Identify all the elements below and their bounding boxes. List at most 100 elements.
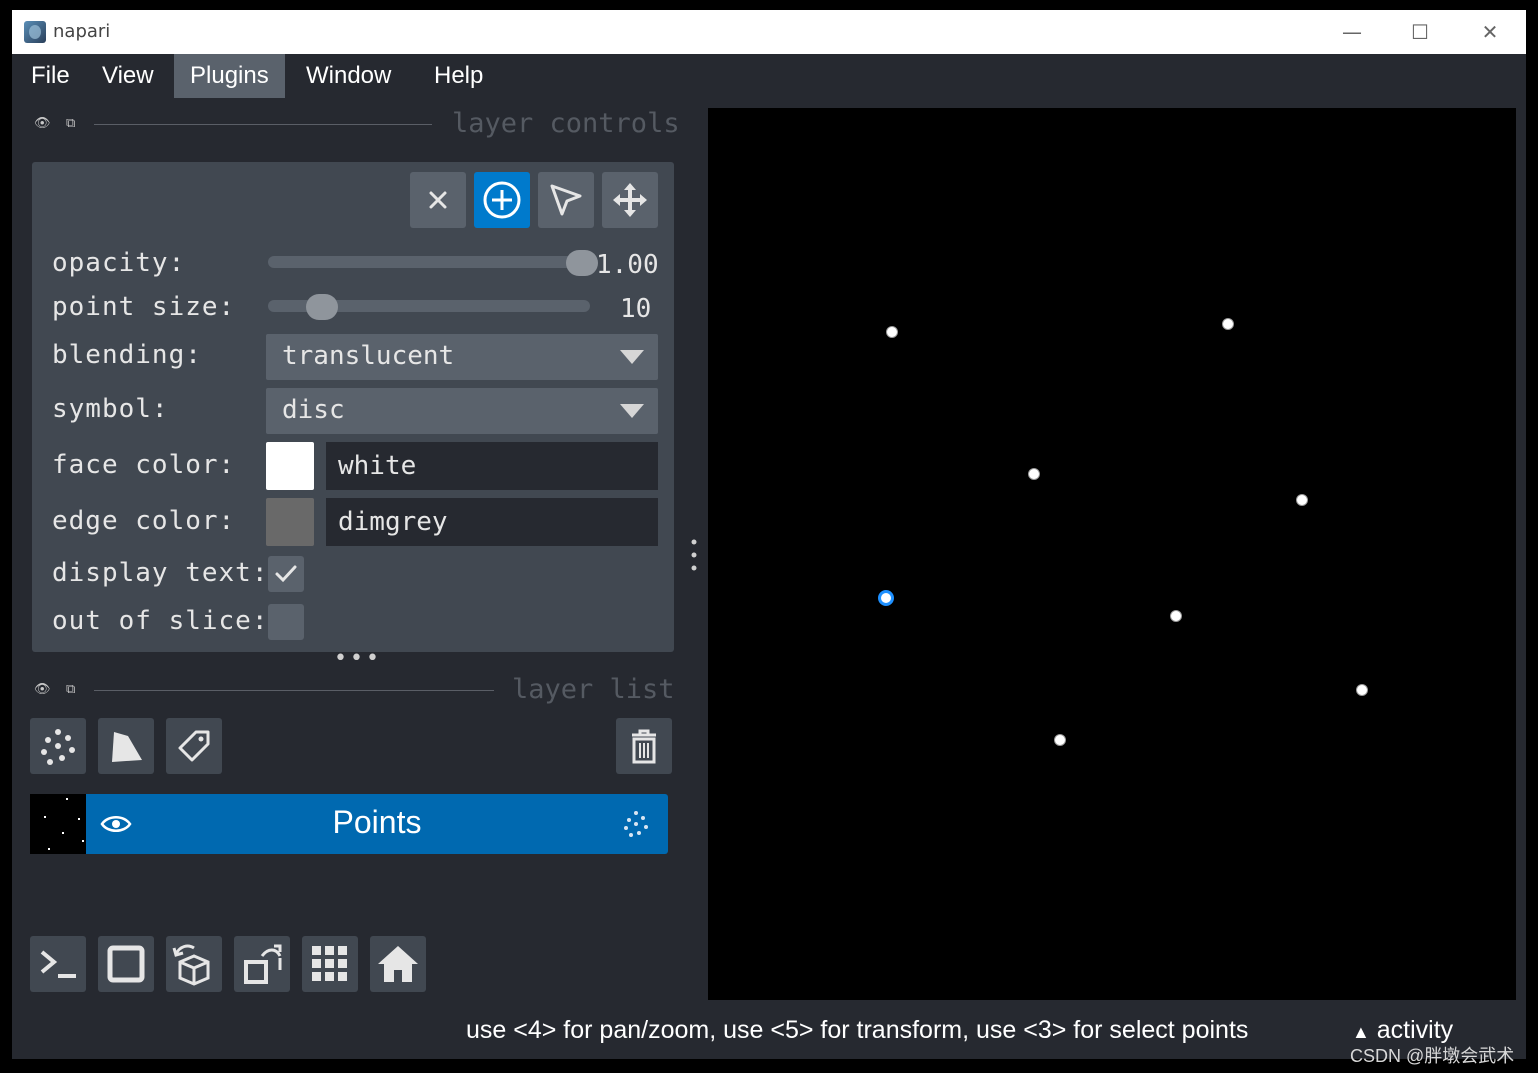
viewer-canvas[interactable]: [708, 108, 1516, 1000]
edge-color-value: dimgrey: [338, 507, 448, 537]
menu-help[interactable]: Help: [418, 54, 499, 98]
point-marker[interactable]: [1356, 684, 1368, 696]
display-text-label: display text:: [52, 558, 269, 588]
close-icon: [429, 191, 447, 209]
grid-view-button[interactable]: [302, 936, 358, 992]
symbol-value: disc: [282, 395, 345, 425]
minimize-button[interactable]: —: [1332, 16, 1372, 48]
menu-view[interactable]: View: [86, 54, 170, 98]
section-title: layer controls: [452, 108, 680, 139]
menu-plugins[interactable]: Plugins: [174, 54, 285, 98]
watermark: CSDN @胖墩会武术: [1350, 1046, 1515, 1066]
dropdown-arrow-icon: [620, 404, 644, 418]
float-panel-icon[interactable]: ⧉: [66, 682, 75, 697]
opacity-value: 1.00: [596, 250, 659, 280]
delete-layer-button[interactable]: [616, 718, 672, 774]
home-icon: [378, 946, 418, 982]
blending-label: blending:: [52, 340, 202, 370]
cursor-arrow-icon: [550, 184, 582, 216]
out-of-slice-label: out of slice:: [52, 606, 269, 636]
terminal-icon: [40, 950, 76, 978]
layer-selected-highlight: Points: [86, 794, 668, 854]
tag-icon: [178, 730, 210, 762]
vertical-splitter-handle[interactable]: [690, 538, 698, 572]
reset-view-button[interactable]: [370, 936, 426, 992]
point-size-slider-handle[interactable]: [305, 294, 338, 320]
caret-up-icon: ▲: [1352, 1022, 1370, 1042]
divider: [94, 124, 432, 125]
dropdown-arrow-icon: [620, 350, 644, 364]
transpose-dims-button[interactable]: [234, 936, 290, 992]
face-color-label: face color:: [52, 450, 236, 480]
symbol-dropdown[interactable]: disc: [266, 388, 658, 434]
transpose-icon: [244, 944, 282, 984]
hide-panel-icon[interactable]: 👁: [34, 682, 51, 697]
close-button[interactable]: ✕: [1470, 16, 1510, 48]
face-color-value: white: [338, 451, 417, 481]
float-panel-icon[interactable]: ⧉: [66, 116, 75, 131]
add-circle-icon: [483, 181, 521, 219]
display-text-checkbox[interactable]: [268, 556, 304, 592]
point-marker[interactable]: [1222, 318, 1234, 330]
window-title: napari: [53, 21, 111, 42]
point-marker[interactable]: [1054, 734, 1066, 746]
grid-icon: [312, 946, 347, 981]
maximize-button[interactable]: ☐: [1400, 16, 1440, 48]
select-points-button[interactable]: [538, 172, 594, 228]
menu-file[interactable]: File: [15, 54, 86, 98]
activity-button[interactable]: ▲ activity: [1352, 1016, 1453, 1045]
polygon-icon: [112, 732, 142, 762]
napari-logo-icon: [24, 21, 46, 43]
napari-window: napari — ☐ ✕ File View Plugins Window He…: [12, 10, 1526, 1059]
out-of-slice-checkbox[interactable]: [268, 604, 304, 640]
drag-handle-icon: [691, 539, 697, 571]
points-icon: [41, 729, 75, 765]
layer-list-header: 👁 ⧉ layer list: [32, 674, 682, 706]
opacity-slider[interactable]: [268, 256, 574, 268]
point-marker-selected[interactable]: [878, 590, 894, 606]
layer-thumbnail: [30, 794, 86, 854]
blending-dropdown[interactable]: translucent: [266, 334, 658, 380]
blending-value: translucent: [282, 341, 455, 371]
opacity-label: opacity:: [52, 248, 186, 278]
title-bar: napari — ☐ ✕: [12, 10, 1526, 54]
new-labels-layer-button[interactable]: [166, 718, 222, 774]
edge-color-input[interactable]: dimgrey: [326, 498, 658, 546]
point-marker[interactable]: [1170, 610, 1182, 622]
section-title: layer list: [512, 674, 675, 705]
new-points-layer-button[interactable]: [30, 718, 86, 774]
square-icon: [107, 945, 145, 983]
layer-item-points[interactable]: Points: [30, 794, 668, 854]
delete-points-button[interactable]: [410, 172, 466, 228]
toggle-ndisplay-button[interactable]: [98, 936, 154, 992]
point-size-label: point size:: [52, 292, 236, 322]
points-layer-type-icon: [624, 811, 648, 837]
move-arrows-icon: [613, 183, 647, 217]
opacity-slider-handle[interactable]: [566, 250, 598, 276]
roll-dims-button[interactable]: [166, 936, 222, 992]
point-marker[interactable]: [886, 326, 898, 338]
face-color-input[interactable]: white: [326, 442, 658, 490]
layer-name[interactable]: Points: [86, 804, 668, 841]
trash-icon: [632, 729, 656, 764]
hide-panel-icon[interactable]: 👁: [34, 116, 51, 131]
horizontal-splitter-handle[interactable]: •••: [334, 648, 382, 670]
point-marker[interactable]: [1296, 494, 1308, 506]
layer-controls-header: 👁 ⧉ layer controls: [32, 108, 682, 140]
console-button[interactable]: [30, 936, 86, 992]
face-color-swatch[interactable]: [266, 442, 314, 490]
new-shapes-layer-button[interactable]: [98, 718, 154, 774]
menu-window[interactable]: Window: [290, 54, 407, 98]
status-message: use <4> for pan/zoom, use <5> for transf…: [466, 1016, 1249, 1044]
add-points-button[interactable]: [474, 172, 530, 228]
pan-zoom-button[interactable]: [602, 172, 658, 228]
activity-label: activity: [1376, 1016, 1454, 1044]
point-marker[interactable]: [1028, 468, 1040, 480]
edge-color-label: edge color:: [52, 506, 236, 536]
edge-color-swatch[interactable]: [266, 498, 314, 546]
checkmark-icon: [275, 565, 297, 583]
point-size-value: 10: [620, 294, 652, 324]
menu-bar: File View Plugins Window Help: [12, 54, 1526, 98]
layer-controls-panel: opacity: 1.00 point size: 10 blending: t…: [32, 162, 674, 652]
symbol-label: symbol:: [52, 394, 169, 424]
